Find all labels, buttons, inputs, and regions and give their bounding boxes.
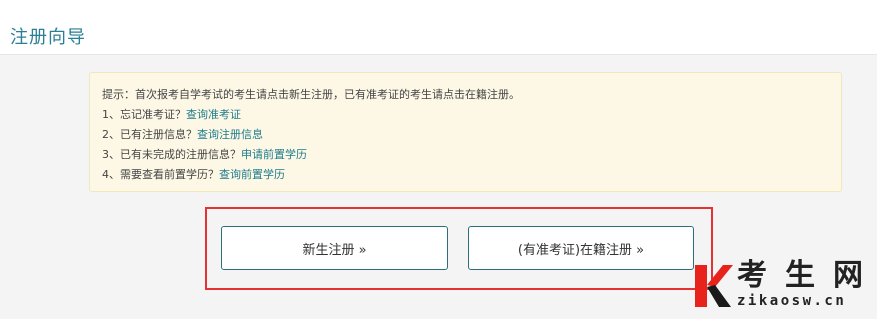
query-registration-info-link[interactable]: 查询注册信息 (197, 128, 263, 141)
tip-item: 4、需要查看前置学历？查询前置学历 (102, 165, 841, 185)
query-admission-ticket-link[interactable]: 查询准考证 (186, 108, 241, 121)
tip-item-text: 1、忘记准考证？ (102, 108, 186, 121)
page-title: 注册向导 (10, 27, 86, 48)
watermark-logo: 考生网 zikaosw.cn (693, 258, 877, 319)
page-header: 注册向导 (0, 0, 877, 55)
tip-item-text: 4、需要查看前置学历？ (102, 168, 219, 181)
tip-intro: 提示：首次报考自学考试的考生请点击新生注册，已有准考证的考生请点击在籍注册。 (102, 88, 520, 101)
existing-registration-button[interactable]: (有准考证)在籍注册 » (468, 226, 694, 270)
apply-prior-education-link[interactable]: 申请前置学历 (241, 148, 307, 161)
tip-item: 1、忘记准考证？查询准考证 (102, 105, 841, 125)
query-prior-education-link[interactable]: 查询前置学历 (219, 168, 285, 181)
k-logo-icon (695, 265, 733, 307)
tip-item: 3、已有未完成的注册信息？申请前置学历 (102, 145, 841, 165)
tip-item: 2、已有注册信息？查询注册信息 (102, 125, 841, 145)
logo-domain: zikaosw.cn (737, 293, 847, 309)
tip-item-text: 2、已有注册信息？ (102, 128, 197, 141)
tip-item-text: 3、已有未完成的注册信息？ (102, 148, 241, 161)
new-registration-button[interactable]: 新生注册 » (221, 226, 448, 270)
logo-name: 考生网 (737, 258, 877, 293)
tip-panel: 提示：首次报考自学考试的考生请点击新生注册，已有准考证的考生请点击在籍注册。 1… (89, 72, 842, 192)
